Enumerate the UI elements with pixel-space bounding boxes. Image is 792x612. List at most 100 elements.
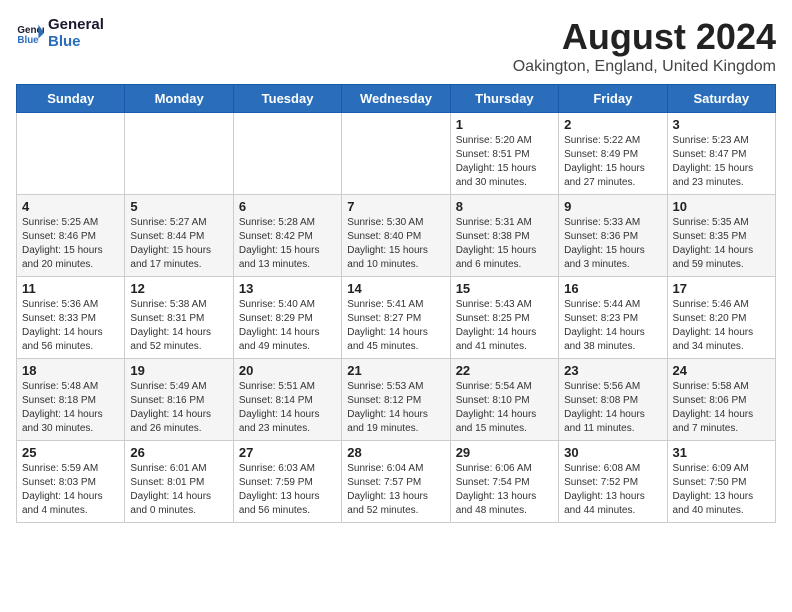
cell-content: Sunrise: 6:08 AM Sunset: 7:52 PM Dayligh… <box>564 462 661 518</box>
cell-content: Sunrise: 5:51 AM Sunset: 8:14 PM Dayligh… <box>239 380 336 436</box>
cell-content: Sunrise: 5:46 AM Sunset: 8:20 PM Dayligh… <box>673 298 770 354</box>
calendar-week-5: 25Sunrise: 5:59 AM Sunset: 8:03 PM Dayli… <box>17 441 776 523</box>
cell-content: Sunrise: 5:38 AM Sunset: 8:31 PM Dayligh… <box>130 298 227 354</box>
weekday-header-saturday: Saturday <box>667 85 775 113</box>
weekday-header-sunday: Sunday <box>17 85 125 113</box>
calendar-cell <box>233 113 341 195</box>
calendar-cell: 15 Sunrise: 5:43 AM Sunset: 8:25 PM Dayli… <box>450 277 558 359</box>
calendar-cell: 5 Sunrise: 5:27 AM Sunset: 8:44 PM Daylig… <box>125 195 233 277</box>
calendar-header-row: SundayMondayTuesdayWednesdayThursdayFrid… <box>17 85 776 113</box>
cell-content: Sunrise: 5:23 AM Sunset: 8:47 PM Dayligh… <box>673 134 770 190</box>
calendar-cell: 7 Sunrise: 5:30 AM Sunset: 8:40 PM Daylig… <box>342 195 450 277</box>
day-number: 2 <box>564 117 661 132</box>
cell-content: Sunrise: 5:20 AM Sunset: 8:51 PM Dayligh… <box>456 134 553 190</box>
calendar-cell: 21 Sunrise: 5:53 AM Sunset: 8:12 PM Dayli… <box>342 359 450 441</box>
calendar-cell: 4 Sunrise: 5:25 AM Sunset: 8:46 PM Daylig… <box>17 195 125 277</box>
day-number: 23 <box>564 363 661 378</box>
calendar-cell: 19 Sunrise: 5:49 AM Sunset: 8:16 PM Dayli… <box>125 359 233 441</box>
day-number: 17 <box>673 281 770 296</box>
day-number: 18 <box>22 363 119 378</box>
calendar-cell: 23 Sunrise: 5:56 AM Sunset: 8:08 PM Dayli… <box>559 359 667 441</box>
svg-text:Blue: Blue <box>17 35 39 46</box>
location: Oakington, England, United Kingdom <box>513 58 776 76</box>
calendar-cell: 30Sunrise: 6:08 AM Sunset: 7:52 PM Dayli… <box>559 441 667 523</box>
calendar-cell: 3Sunrise: 5:23 AM Sunset: 8:47 PM Daylig… <box>667 113 775 195</box>
day-number: 5 <box>130 199 227 214</box>
day-number: 8 <box>456 199 553 214</box>
calendar-cell: 2 Sunrise: 5:22 AM Sunset: 8:49 PM Daylig… <box>559 113 667 195</box>
cell-content: Sunrise: 5:44 AM Sunset: 8:23 PM Dayligh… <box>564 298 661 354</box>
day-number: 15 <box>456 281 553 296</box>
cell-content: Sunrise: 5:43 AM Sunset: 8:25 PM Dayligh… <box>456 298 553 354</box>
calendar-week-3: 11Sunrise: 5:36 AM Sunset: 8:33 PM Dayli… <box>17 277 776 359</box>
day-number: 31 <box>673 445 770 460</box>
weekday-header-tuesday: Tuesday <box>233 85 341 113</box>
cell-content: Sunrise: 5:22 AM Sunset: 8:49 PM Dayligh… <box>564 134 661 190</box>
cell-content: Sunrise: 5:41 AM Sunset: 8:27 PM Dayligh… <box>347 298 444 354</box>
logo: General Blue General Blue <box>16 16 104 50</box>
calendar-cell: 6Sunrise: 5:28 AM Sunset: 8:42 PM Daylig… <box>233 195 341 277</box>
cell-content: Sunrise: 5:49 AM Sunset: 8:16 PM Dayligh… <box>130 380 227 436</box>
day-number: 21 <box>347 363 444 378</box>
day-number: 16 <box>564 281 661 296</box>
calendar-week-1: 1 Sunrise: 5:20 AM Sunset: 8:51 PM Daylig… <box>17 113 776 195</box>
title-block: August 2024 Oakington, England, United K… <box>513 16 776 76</box>
day-number: 27 <box>239 445 336 460</box>
calendar-cell: 18 Sunrise: 5:48 AM Sunset: 8:18 PM Dayli… <box>17 359 125 441</box>
day-number: 25 <box>22 445 119 460</box>
calendar-cell: 22Sunrise: 5:54 AM Sunset: 8:10 PM Dayli… <box>450 359 558 441</box>
day-number: 13 <box>239 281 336 296</box>
calendar-cell: 27Sunrise: 6:03 AM Sunset: 7:59 PM Dayli… <box>233 441 341 523</box>
calendar-cell: 8 Sunrise: 5:31 AM Sunset: 8:38 PM Daylig… <box>450 195 558 277</box>
cell-content: Sunrise: 5:48 AM Sunset: 8:18 PM Dayligh… <box>22 380 119 436</box>
cell-content: Sunrise: 5:58 AM Sunset: 8:06 PM Dayligh… <box>673 380 770 436</box>
cell-content: Sunrise: 6:01 AM Sunset: 8:01 PM Dayligh… <box>130 462 227 518</box>
page-header: General Blue General Blue August 2024 Oa… <box>16 16 776 76</box>
day-number: 6 <box>239 199 336 214</box>
day-number: 7 <box>347 199 444 214</box>
day-number: 10 <box>673 199 770 214</box>
cell-content: Sunrise: 5:53 AM Sunset: 8:12 PM Dayligh… <box>347 380 444 436</box>
cell-content: Sunrise: 6:09 AM Sunset: 7:50 PM Dayligh… <box>673 462 770 518</box>
day-number: 26 <box>130 445 227 460</box>
day-number: 12 <box>130 281 227 296</box>
month-year: August 2024 <box>513 16 776 58</box>
calendar-week-4: 18 Sunrise: 5:48 AM Sunset: 8:18 PM Dayli… <box>17 359 776 441</box>
calendar-cell <box>342 113 450 195</box>
calendar-cell: 13Sunrise: 5:40 AM Sunset: 8:29 PM Dayli… <box>233 277 341 359</box>
day-number: 29 <box>456 445 553 460</box>
cell-content: Sunrise: 5:36 AM Sunset: 8:33 PM Dayligh… <box>22 298 119 354</box>
calendar-cell: 24 Sunrise: 5:58 AM Sunset: 8:06 PM Dayli… <box>667 359 775 441</box>
weekday-header-monday: Monday <box>125 85 233 113</box>
calendar-cell: 29 Sunrise: 6:06 AM Sunset: 7:54 PM Dayli… <box>450 441 558 523</box>
cell-content: Sunrise: 6:04 AM Sunset: 7:57 PM Dayligh… <box>347 462 444 518</box>
day-number: 20 <box>239 363 336 378</box>
cell-content: Sunrise: 6:06 AM Sunset: 7:54 PM Dayligh… <box>456 462 553 518</box>
calendar-table: SundayMondayTuesdayWednesdayThursdayFrid… <box>16 84 776 523</box>
calendar-cell: 17 Sunrise: 5:46 AM Sunset: 8:20 PM Dayli… <box>667 277 775 359</box>
cell-content: Sunrise: 5:35 AM Sunset: 8:35 PM Dayligh… <box>673 216 770 272</box>
calendar-cell: 20 Sunrise: 5:51 AM Sunset: 8:14 PM Dayli… <box>233 359 341 441</box>
day-number: 19 <box>130 363 227 378</box>
day-number: 9 <box>564 199 661 214</box>
calendar-cell: 9Sunrise: 5:33 AM Sunset: 8:36 PM Daylig… <box>559 195 667 277</box>
calendar-cell: 1 Sunrise: 5:20 AM Sunset: 8:51 PM Daylig… <box>450 113 558 195</box>
logo-general: General <box>48 16 104 33</box>
cell-content: Sunrise: 5:56 AM Sunset: 8:08 PM Dayligh… <box>564 380 661 436</box>
day-number: 4 <box>22 199 119 214</box>
weekday-header-thursday: Thursday <box>450 85 558 113</box>
cell-content: Sunrise: 5:30 AM Sunset: 8:40 PM Dayligh… <box>347 216 444 272</box>
cell-content: Sunrise: 5:27 AM Sunset: 8:44 PM Dayligh… <box>130 216 227 272</box>
weekday-header-friday: Friday <box>559 85 667 113</box>
calendar-cell: 16 Sunrise: 5:44 AM Sunset: 8:23 PM Dayli… <box>559 277 667 359</box>
day-number: 24 <box>673 363 770 378</box>
weekday-header-wednesday: Wednesday <box>342 85 450 113</box>
calendar-cell: 12 Sunrise: 5:38 AM Sunset: 8:31 PM Dayli… <box>125 277 233 359</box>
day-number: 1 <box>456 117 553 132</box>
calendar-cell: 14Sunrise: 5:41 AM Sunset: 8:27 PM Dayli… <box>342 277 450 359</box>
calendar-cell: 11Sunrise: 5:36 AM Sunset: 8:33 PM Dayli… <box>17 277 125 359</box>
day-number: 22 <box>456 363 553 378</box>
cell-content: Sunrise: 5:25 AM Sunset: 8:46 PM Dayligh… <box>22 216 119 272</box>
calendar-cell <box>125 113 233 195</box>
cell-content: Sunrise: 5:31 AM Sunset: 8:38 PM Dayligh… <box>456 216 553 272</box>
